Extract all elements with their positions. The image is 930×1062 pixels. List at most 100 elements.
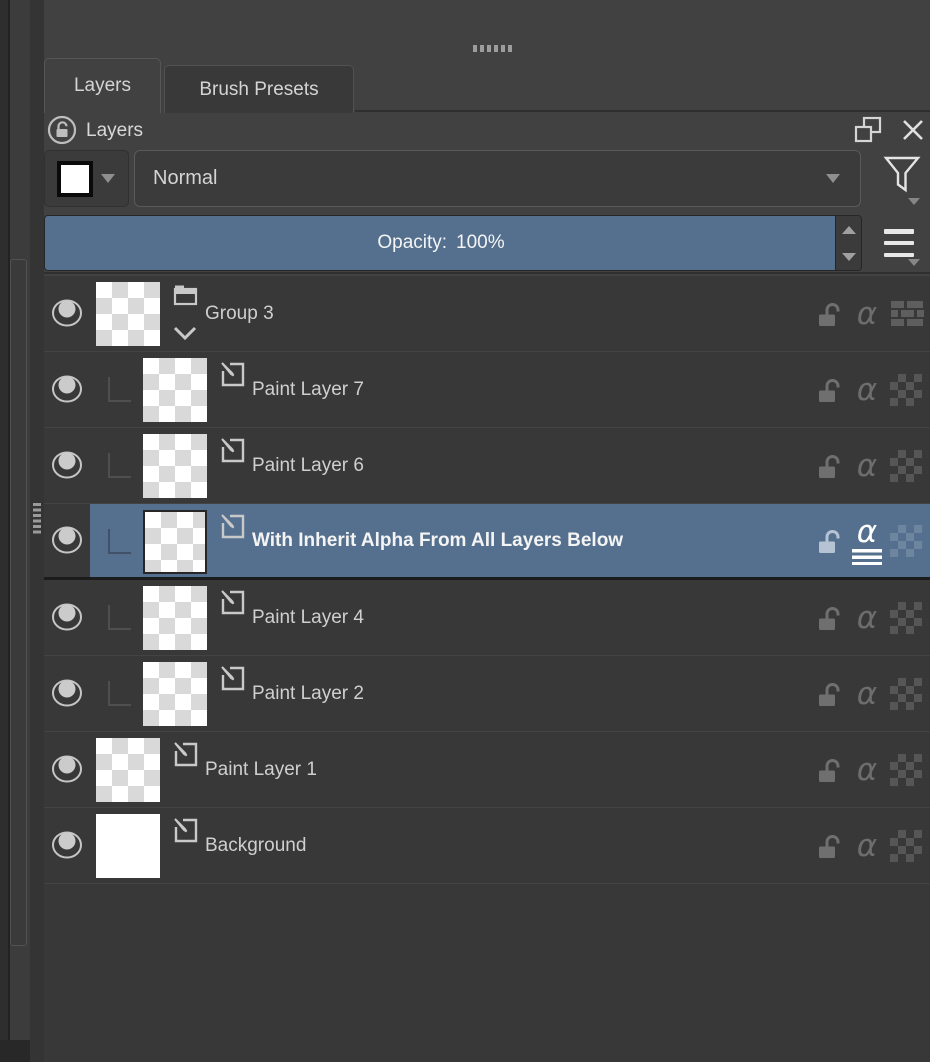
layer-row-group-3[interactable]: Group 3 α (44, 276, 930, 352)
lock-icon[interactable] (816, 831, 846, 861)
alpha-inherit-icon[interactable]: α (850, 516, 884, 565)
tab-layers[interactable]: Layers (44, 58, 161, 113)
visibility-toggle[interactable] (44, 808, 90, 883)
separator (44, 272, 930, 274)
opacity-slider[interactable]: Opacity: 100% (44, 215, 862, 271)
expand-chevron-icon[interactable] (171, 325, 199, 343)
blend-mode-dropdown[interactable]: Normal (134, 150, 861, 207)
layer-row-paint-layer-4[interactable]: Paint Layer 4 α (44, 580, 930, 656)
alpha-inherit-icon[interactable]: α (850, 374, 884, 405)
arrow-up-icon (841, 225, 856, 234)
layer-thumbnail[interactable] (143, 662, 207, 726)
visibility-toggle[interactable] (44, 352, 90, 427)
visibility-toggle[interactable] (44, 276, 90, 351)
layer-thumbnail[interactable] (143, 358, 207, 422)
layer-color-label-dropdown[interactable] (44, 150, 129, 207)
layer-row-paint-layer-6[interactable]: Paint Layer 6 α (44, 428, 930, 504)
layer-thumbnail[interactable] (143, 434, 207, 498)
layer-style-icon[interactable] (890, 601, 922, 634)
layer-row-paint-layer-2[interactable]: Paint Layer 2 α (44, 656, 930, 732)
dotted-drag-handle[interactable] (473, 45, 515, 52)
layer-style-icon[interactable] (890, 753, 922, 786)
checkerboard-icon (890, 373, 922, 406)
eye-icon (52, 375, 82, 402)
layer-thumbnail[interactable] (143, 586, 207, 650)
filter-dropdown-arrow[interactable] (908, 198, 920, 205)
eye-icon (52, 755, 82, 782)
docker-title-bar[interactable]: Layers (44, 112, 930, 150)
close-icon[interactable] (897, 114, 929, 146)
vertical-splitter[interactable] (30, 0, 44, 1062)
eye-icon (52, 299, 82, 326)
krita-layers-docker: Layers Brush Presets Layers Normal Opaci… (0, 0, 930, 1062)
tree-branch-line (108, 377, 131, 402)
paint-layer-icon (219, 360, 246, 388)
lock-icon[interactable] (816, 451, 846, 481)
paint-layer-icon (219, 588, 246, 616)
layer-thumbnail[interactable] (96, 814, 160, 878)
opacity-value: 100% (456, 232, 505, 253)
layer-row-paint-layer-1[interactable]: Paint Layer 1 α (44, 732, 930, 808)
checkerboard-icon (890, 524, 922, 557)
float-docker-icon[interactable] (852, 114, 884, 146)
eye-icon (52, 831, 82, 858)
eye-icon (52, 603, 82, 630)
docker-title: Layers (86, 120, 144, 141)
layer-style-icon[interactable] (890, 449, 922, 482)
alpha-inherit-icon[interactable]: α (850, 450, 884, 481)
visibility-toggle[interactable] (44, 504, 90, 577)
layers-docker-panel: Layers Brush Presets Layers Normal Opaci… (44, 0, 930, 1062)
layer-name: Paint Layer 2 (252, 682, 364, 704)
menu-dropdown-arrow[interactable] (908, 259, 920, 266)
layer-name: Group 3 (205, 302, 274, 324)
alpha-inherit-icon[interactable]: α (850, 830, 884, 861)
paint-layer-icon (172, 816, 199, 844)
lock-icon[interactable] (816, 526, 846, 556)
layer-name: Paint Layer 7 (252, 378, 364, 400)
lock-icon[interactable] (816, 603, 846, 633)
layer-style-icon[interactable] (890, 298, 924, 330)
layer-row-background[interactable]: Background α (44, 808, 930, 884)
alpha-inherit-icon[interactable]: α (850, 602, 884, 633)
alpha-inherit-icon[interactable]: α (850, 298, 884, 329)
layer-row-paint-layer-7[interactable]: Paint Layer 7 α (44, 352, 930, 428)
lock-circle-icon[interactable] (46, 114, 78, 146)
paint-layer-icon (172, 740, 199, 768)
lock-icon[interactable] (816, 755, 846, 785)
layer-name: Paint Layer 6 (252, 454, 364, 476)
tab-brush-presets[interactable]: Brush Presets (164, 65, 354, 113)
layer-thumbnail[interactable] (143, 510, 207, 574)
dotted-splitter-handle[interactable] (33, 503, 41, 536)
hamburger-menu-icon[interactable] (882, 227, 916, 259)
opacity-label: Opacity: (377, 232, 448, 253)
layer-thumbnail[interactable] (96, 282, 160, 346)
layer-thumbnail[interactable] (96, 738, 160, 802)
layer-style-icon[interactable] (890, 677, 922, 710)
lock-icon[interactable] (816, 679, 846, 709)
visibility-toggle[interactable] (44, 428, 90, 503)
layer-style-icon[interactable] (890, 524, 922, 557)
tree-branch-line (108, 605, 131, 630)
tree-branch-line (108, 529, 131, 554)
layer-row-with-inherit-alpha-from-all-layers-below[interactable]: With Inherit Alpha From All Layers Below… (44, 504, 930, 580)
checkerboard-icon (890, 449, 922, 482)
layer-name: With Inherit Alpha From All Layers Below (252, 529, 624, 551)
alpha-inherit-icon[interactable]: α (850, 678, 884, 709)
inherit-alpha-bars (852, 548, 882, 565)
paint-layer-icon (219, 436, 246, 464)
alpha-inherit-icon[interactable]: α (850, 754, 884, 785)
layer-style-icon[interactable] (890, 829, 922, 862)
layer-style-icon[interactable] (890, 373, 922, 406)
filter-funnel-icon[interactable] (880, 152, 924, 202)
checkerboard-icon (890, 677, 922, 710)
visibility-toggle[interactable] (44, 580, 90, 655)
lock-icon[interactable] (816, 375, 846, 405)
bricks-passthrough-icon (891, 300, 924, 326)
spin-up-button[interactable] (836, 216, 861, 243)
eye-icon (52, 526, 82, 553)
visibility-toggle[interactable] (44, 732, 90, 807)
layer-name: Background (205, 834, 307, 856)
visibility-toggle[interactable] (44, 656, 90, 731)
lock-icon[interactable] (816, 299, 846, 329)
spin-down-button[interactable] (836, 243, 861, 270)
